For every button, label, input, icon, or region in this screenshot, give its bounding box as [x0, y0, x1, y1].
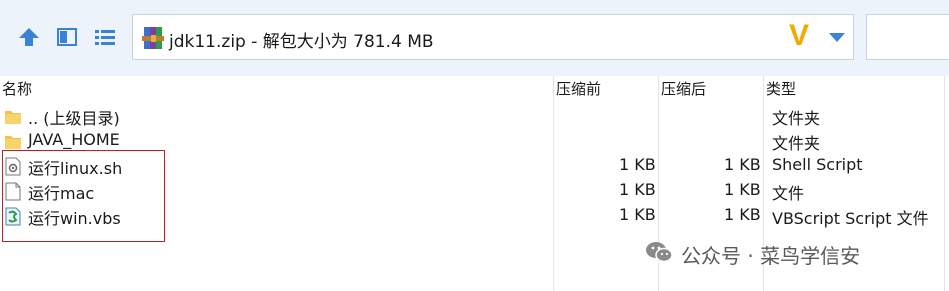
file-compressed-size: 1 KB [619, 180, 656, 199]
file-compressed-size: 1 KB [619, 205, 656, 224]
file-type: 文件夹 [772, 134, 821, 153]
file-packed-size: 1 KB [724, 205, 761, 224]
column-header-row: 名称 压缩前 压缩后 类型 [0, 76, 949, 100]
chevron-down-icon[interactable] [829, 33, 845, 42]
column-header-type[interactable]: 类型 [766, 78, 796, 99]
arrow-up-icon[interactable] [14, 22, 44, 52]
column-header-packed[interactable]: 压缩后 [661, 78, 706, 99]
file-type: 文件夹 [772, 109, 821, 128]
watermark: 公众号 · 菜鸟学信安 [645, 240, 860, 268]
file-compressed-size: 1 KB [619, 155, 656, 174]
list-view-icon[interactable] [90, 22, 120, 52]
file-packed-size: 1 KB [724, 155, 761, 174]
folder-icon [4, 132, 22, 151]
toolbar: jdk11.zip - 解包大小为 781.4 MB V [0, 0, 949, 76]
highlight-annotation-box [2, 150, 165, 242]
file-name: JAVA_HOME [28, 130, 120, 149]
address-text: jdk11.zip - 解包大小为 781.4 MB [169, 32, 434, 52]
list-item[interactable]: .. (上级目录) 文件夹 [0, 104, 949, 128]
address-bar[interactable]: jdk11.zip - 解包大小为 781.4 MB V [132, 14, 854, 60]
folder-icon [4, 107, 22, 126]
file-name: .. (上级目录) [28, 109, 120, 128]
file-packed-size: 1 KB [724, 180, 761, 199]
brand-mark: V [789, 19, 810, 52]
watermark-text: 公众号 · 菜鸟学信安 [681, 243, 861, 268]
column-header-name[interactable]: 名称 [2, 78, 32, 99]
wechat-icon [645, 240, 673, 268]
column-header-compressed[interactable]: 压缩前 [556, 78, 601, 99]
file-type: 文件 [772, 184, 805, 203]
file-type: Shell Script [772, 155, 863, 174]
search-input[interactable] [866, 14, 949, 60]
pane-view-icon[interactable] [52, 22, 82, 52]
file-type: VBScript Script 文件 [772, 209, 929, 228]
winrar-archive-icon [141, 25, 167, 51]
